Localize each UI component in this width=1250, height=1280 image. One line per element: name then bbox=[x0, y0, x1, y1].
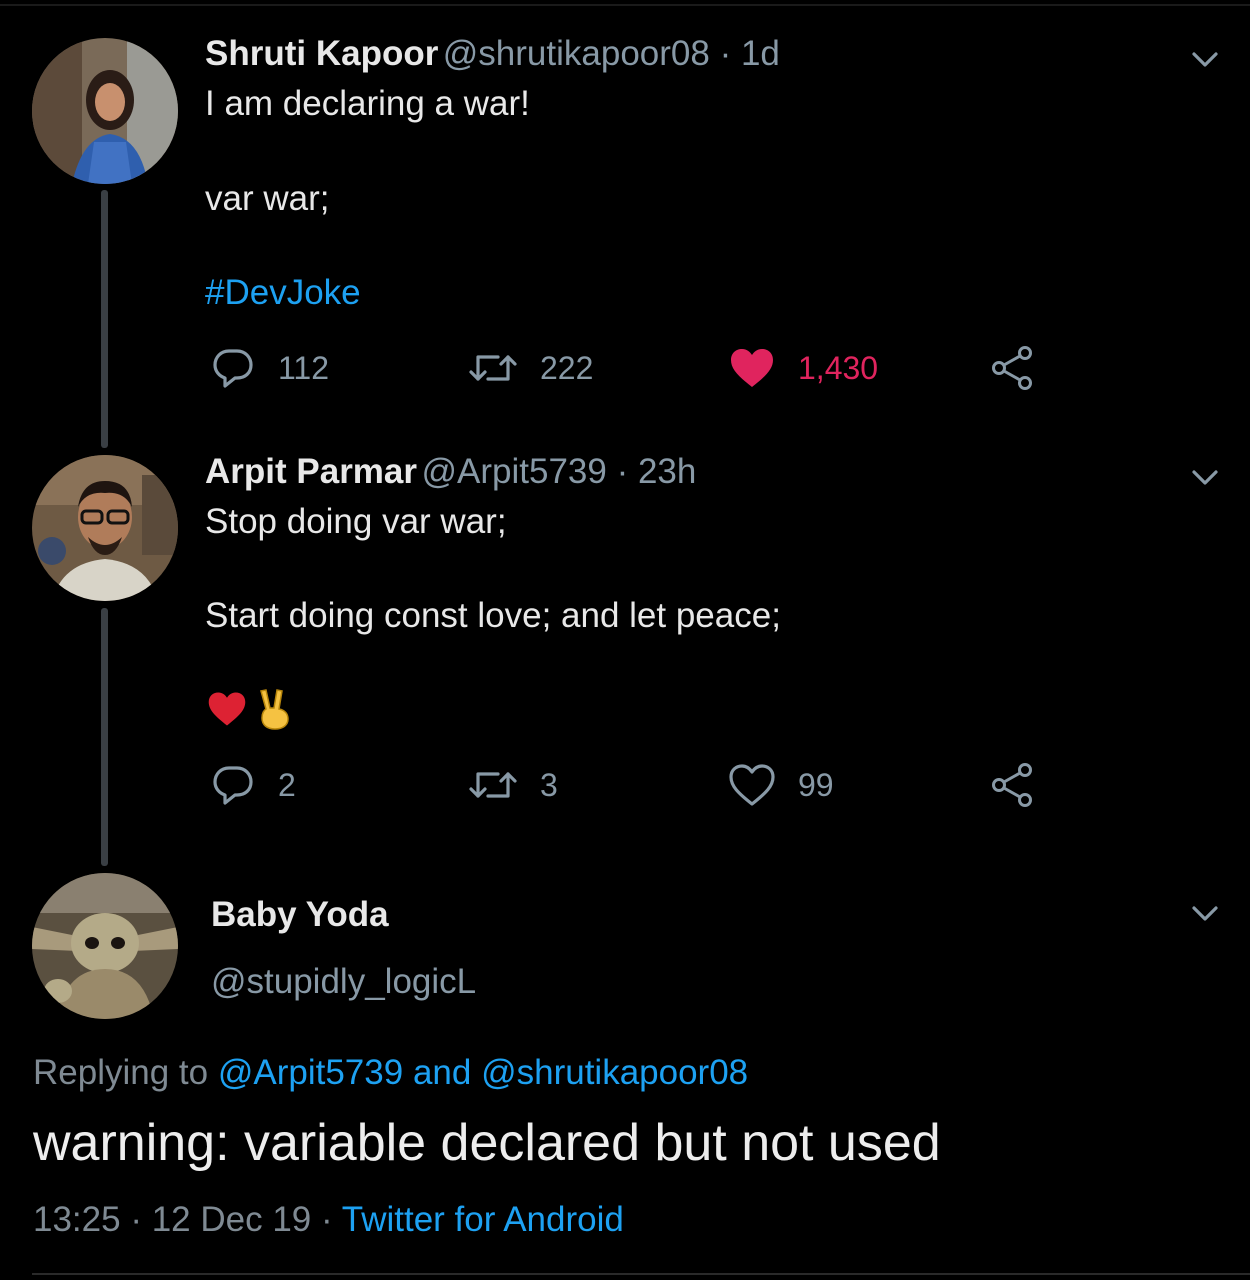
like-count: 99 bbox=[798, 766, 834, 803]
tweet-time: 13:25 bbox=[33, 1200, 121, 1239]
retweet-count: 222 bbox=[540, 349, 594, 386]
emoji-row: ❤️✌️ bbox=[205, 688, 293, 730]
chevron-down-icon[interactable] bbox=[1188, 460, 1222, 494]
reply-button[interactable]: 112 bbox=[210, 345, 329, 391]
separator: · bbox=[130, 1200, 142, 1239]
thread-line bbox=[101, 190, 108, 448]
retweet-button[interactable]: 222 bbox=[468, 345, 593, 391]
share-button[interactable] bbox=[990, 345, 1036, 391]
author-name[interactable]: Baby Yoda bbox=[211, 895, 389, 935]
share-icon bbox=[992, 346, 1032, 390]
reply-count: 2 bbox=[278, 766, 296, 803]
retweet-icon bbox=[469, 355, 517, 381]
avatar-arpit[interactable] bbox=[32, 455, 178, 601]
tweet-date: 12 Dec 19 bbox=[151, 1200, 312, 1239]
tweet-text-line: Start doing const love; and let peace; bbox=[205, 596, 781, 635]
author-name[interactable]: Arpit Parmar bbox=[205, 452, 417, 491]
reply-button[interactable]: 2 bbox=[210, 762, 296, 808]
reply-icon bbox=[213, 349, 253, 388]
replying-and: and bbox=[412, 1053, 472, 1092]
tweet-source-link[interactable]: Twitter for Android bbox=[342, 1200, 624, 1239]
retweet-count: 3 bbox=[540, 766, 558, 803]
heart-icon bbox=[729, 764, 775, 806]
tweet-text-line: I am declaring a war! bbox=[205, 84, 530, 123]
top-divider bbox=[0, 4, 1250, 6]
reply-icon bbox=[213, 766, 253, 805]
replying-to: Replying to @Arpit5739 and @shrutikapoor… bbox=[33, 1053, 748, 1093]
retweet-icon bbox=[469, 772, 517, 798]
reply-mention-link[interactable]: @Arpit5739 bbox=[218, 1053, 403, 1092]
share-button[interactable] bbox=[990, 762, 1036, 808]
red-heart-emoji bbox=[208, 692, 246, 726]
author-name[interactable]: Shruti Kapoor bbox=[205, 34, 438, 73]
tweet-header: Arpit Parmar @Arpit5739 · 23h bbox=[205, 452, 696, 492]
author-meta: @Arpit5739 · 23h bbox=[421, 452, 697, 491]
main-tweet-text: warning: variable declared but not used bbox=[33, 1114, 941, 1172]
tweet-header: Shruti Kapoor @shrutikapoor08 · 1d bbox=[205, 34, 780, 74]
like-button[interactable]: 99 bbox=[728, 762, 834, 808]
avatar-baby-yoda[interactable] bbox=[32, 873, 178, 1019]
reply-mention-link[interactable]: @shrutikapoor08 bbox=[481, 1053, 748, 1092]
author-meta: @shrutikapoor08 · 1d bbox=[442, 34, 780, 73]
separator: · bbox=[321, 1200, 333, 1239]
thread-line bbox=[101, 608, 108, 866]
author-handle[interactable]: @stupidly_logicL bbox=[211, 962, 476, 1002]
bottom-divider bbox=[32, 1273, 1250, 1275]
tweet-text-line: Stop doing var war; bbox=[205, 502, 507, 541]
like-count: 1,430 bbox=[798, 349, 879, 386]
reply-count: 112 bbox=[278, 349, 330, 386]
tweet-timestamp: 13:25 · 12 Dec 19 · Twitter for Android bbox=[33, 1200, 624, 1240]
victory-hand-emoji bbox=[260, 689, 289, 730]
avatar-shruti[interactable] bbox=[32, 38, 178, 184]
chevron-down-icon[interactable] bbox=[1188, 896, 1222, 930]
replying-prefix: Replying to bbox=[33, 1053, 209, 1092]
hashtag-link[interactable]: #DevJoke bbox=[205, 273, 361, 313]
tweet-actions: 2 3 99 bbox=[210, 762, 1040, 814]
tweet-text-line: var war; bbox=[205, 179, 330, 218]
share-icon bbox=[992, 763, 1032, 807]
like-button[interactable]: 1,430 bbox=[728, 345, 878, 391]
retweet-button[interactable]: 3 bbox=[468, 762, 558, 808]
heart-icon bbox=[731, 349, 773, 387]
chevron-down-icon[interactable] bbox=[1188, 42, 1222, 76]
tweet-actions: 112 222 1,430 bbox=[210, 345, 1040, 397]
